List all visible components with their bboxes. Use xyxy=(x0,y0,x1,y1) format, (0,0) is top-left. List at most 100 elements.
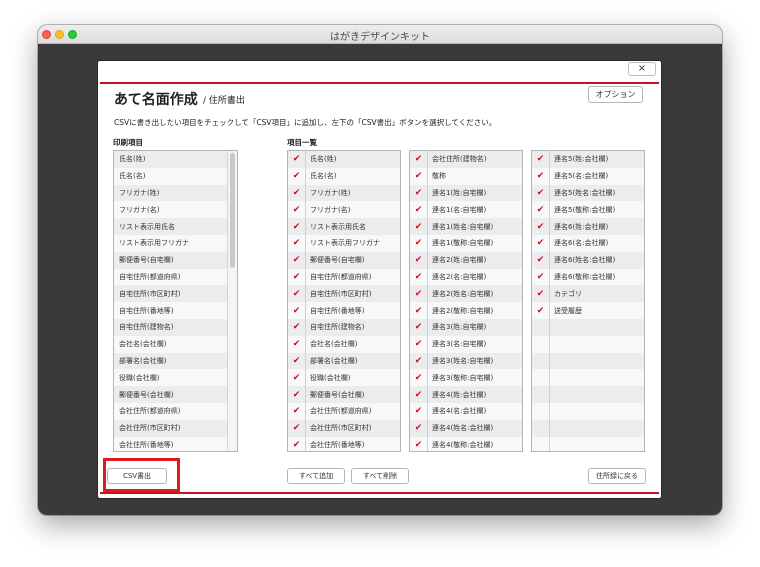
print-item-row[interactable]: 自宅住所(建物名) xyxy=(114,318,228,336)
item-row[interactable]: ✔ 連名3(名:自宅欄) xyxy=(410,335,522,353)
item-row[interactable]: ✔ 役職(会社欄) xyxy=(288,369,400,387)
checkmark-icon[interactable]: ✔ xyxy=(288,419,306,437)
checkmark-icon[interactable]: ✔ xyxy=(288,167,306,185)
print-item-row[interactable]: 部署名(会社欄) xyxy=(114,352,228,370)
checkmark-icon[interactable]: ✔ xyxy=(410,386,428,403)
item-row[interactable]: ✔ 氏名(姓) xyxy=(288,151,400,168)
item-row[interactable]: ✔ 連名4(姓:会社欄) xyxy=(410,386,522,403)
item-row[interactable]: ✔ 自宅住所(建物名) xyxy=(288,318,400,336)
item-row[interactable]: ✔ 会社住所(建物名) xyxy=(410,151,522,168)
item-row[interactable]: ✔ 連名6(姓名:会社欄) xyxy=(532,251,644,269)
checkmark-icon[interactable]: ✔ xyxy=(532,201,550,219)
checkmark-icon[interactable]: ✔ xyxy=(288,285,306,303)
item-row[interactable]: ✔ 連名3(姓:自宅欄) xyxy=(410,318,522,336)
checkmark-icon[interactable]: ✔ xyxy=(410,218,428,235)
item-row[interactable]: ✔ 連名6(名:会社欄) xyxy=(532,234,644,252)
item-row[interactable]: ✔ 連名2(姓:自宅欄) xyxy=(410,251,522,269)
item-row[interactable]: ✔ リスト表示用フリガナ xyxy=(288,234,400,252)
item-row[interactable]: ✔ フリガナ(姓) xyxy=(288,184,400,202)
checkmark-icon[interactable]: ✔ xyxy=(288,386,306,403)
item-row[interactable]: ✔ 敬称 xyxy=(410,167,522,185)
item-row[interactable]: ✔ フリガナ(名) xyxy=(288,201,400,219)
item-row[interactable]: ✔ 会社住所(都道府県) xyxy=(288,402,400,420)
checkmark-icon[interactable]: ✔ xyxy=(288,352,306,370)
print-item-row[interactable]: 自宅住所(市区町村) xyxy=(114,285,228,303)
item-row[interactable]: ✔ カテゴリ xyxy=(532,285,644,303)
checkmark-icon[interactable]: ✔ xyxy=(410,234,428,252)
delete-all-button[interactable]: すべて削除 xyxy=(351,468,409,484)
checkmark-icon[interactable]: ✔ xyxy=(288,218,306,235)
item-row[interactable]: ✔ 連名5(姓名:会社欄) xyxy=(532,184,644,202)
item-row[interactable]: ✔ 連名1(敬称:自宅欄) xyxy=(410,234,522,252)
checkmark-icon[interactable]: ✔ xyxy=(410,285,428,303)
back-to-address-book-button[interactable]: 住所録に戻る xyxy=(588,468,646,484)
print-item-row[interactable]: フリガナ(名) xyxy=(114,201,228,219)
checkmark-icon[interactable]: ✔ xyxy=(288,318,306,336)
checkmark-icon[interactable]: ✔ xyxy=(532,251,550,269)
print-item-row[interactable]: リスト表示用氏名 xyxy=(114,218,228,235)
item-row[interactable]: ✔ 送受履歴 xyxy=(532,302,644,319)
item-row[interactable]: ✔ 連名4(敬称:会社欄) xyxy=(410,436,522,451)
item-row[interactable]: ✔ リスト表示用氏名 xyxy=(288,218,400,235)
print-item-row[interactable]: 郵便番号(会社欄) xyxy=(114,386,228,403)
item-row[interactable]: ✔ 自宅住所(市区町村) xyxy=(288,285,400,303)
checkmark-icon[interactable]: ✔ xyxy=(410,184,428,202)
checkmark-icon[interactable]: ✔ xyxy=(410,268,428,286)
print-item-row[interactable]: 会社住所(市区町村) xyxy=(114,419,228,437)
item-row[interactable]: ✔ 連名5(敬称:会社欄) xyxy=(532,201,644,219)
checkmark-icon[interactable]: ✔ xyxy=(288,201,306,219)
item-row[interactable]: ✔ 郵便番号(自宅欄) xyxy=(288,251,400,269)
item-row[interactable]: ✔ 部署名(会社欄) xyxy=(288,352,400,370)
dialog-close-button[interactable]: × xyxy=(628,62,656,76)
checkmark-icon[interactable]: ✔ xyxy=(410,167,428,185)
item-row[interactable]: ✔ 連名3(姓名:自宅欄) xyxy=(410,352,522,370)
item-row[interactable]: ✔ 連名4(姓名:会社欄) xyxy=(410,419,522,437)
print-item-row[interactable]: 郵便番号(自宅欄) xyxy=(114,251,228,269)
checkmark-icon[interactable]: ✔ xyxy=(410,251,428,269)
checkmark-icon[interactable]: ✔ xyxy=(288,402,306,420)
item-row[interactable]: ✔ 連名5(姓:会社欄) xyxy=(532,151,644,168)
checkmark-icon[interactable]: ✔ xyxy=(288,251,306,269)
item-row[interactable]: ✔ 郵便番号(会社欄) xyxy=(288,386,400,403)
item-row[interactable]: ✔ 連名6(敬称:会社欄) xyxy=(532,268,644,286)
checkmark-icon[interactable]: ✔ xyxy=(410,201,428,219)
checkmark-icon[interactable]: ✔ xyxy=(410,352,428,370)
print-items-list[interactable]: 氏名(姓) 氏名(名) フリガナ(姓) フリガナ(名) リスト表示用氏名 リスト表示用フリ… xyxy=(113,150,238,452)
checkmark-icon[interactable]: ✔ xyxy=(410,436,428,451)
item-row[interactable]: ✔ 連名2(敬称:自宅欄) xyxy=(410,302,522,319)
item-list-column-1[interactable]: ✔ 氏名(姓) ✔ 氏名(名) ✔ フリガナ(姓) ✔ フリガナ(名) ✔ リスト表示用氏名 ✔ リス… xyxy=(287,150,401,452)
item-row[interactable]: ✔ 自宅住所(都道府県) xyxy=(288,268,400,286)
item-row[interactable]: ✔ 連名3(敬称:自宅欄) xyxy=(410,369,522,387)
print-item-row[interactable]: 役職(会社欄) xyxy=(114,369,228,387)
item-row[interactable]: ✔ 連名2(姓名:自宅欄) xyxy=(410,285,522,303)
checkmark-icon[interactable]: ✔ xyxy=(288,335,306,353)
print-item-row[interactable]: 会社住所(都道府県) xyxy=(114,402,228,420)
checkmark-icon[interactable]: ✔ xyxy=(532,268,550,286)
checkmark-icon[interactable]: ✔ xyxy=(410,335,428,353)
add-all-button[interactable]: すべて追加 xyxy=(287,468,345,484)
checkmark-icon[interactable]: ✔ xyxy=(532,184,550,202)
item-row[interactable]: ✔ 連名1(名:自宅欄) xyxy=(410,201,522,219)
item-list-column-3[interactable]: ✔ 連名5(姓:会社欄) ✔ 連名5(名:会社欄) ✔ 連名5(姓名:会社欄) ✔ 連名5(敬… xyxy=(531,150,645,452)
checkmark-icon[interactable]: ✔ xyxy=(532,167,550,185)
checkmark-icon[interactable]: ✔ xyxy=(288,151,306,168)
print-item-row[interactable]: フリガナ(姓) xyxy=(114,184,228,202)
item-row[interactable]: ✔ 連名1(姓:自宅欄) xyxy=(410,184,522,202)
checkmark-icon[interactable]: ✔ xyxy=(532,234,550,252)
checkmark-icon[interactable]: ✔ xyxy=(410,402,428,420)
checkmark-icon[interactable]: ✔ xyxy=(288,184,306,202)
checkmark-icon[interactable]: ✔ xyxy=(410,369,428,387)
print-item-row[interactable]: 氏名(名) xyxy=(114,167,228,185)
checkmark-icon[interactable]: ✔ xyxy=(410,151,428,168)
checkmark-icon[interactable]: ✔ xyxy=(410,302,428,319)
item-row[interactable]: ✔ 連名2(名:自宅欄) xyxy=(410,268,522,286)
checkmark-icon[interactable]: ✔ xyxy=(288,369,306,387)
checkmark-icon[interactable]: ✔ xyxy=(288,436,306,451)
item-row[interactable]: ✔ 連名6(姓:会社欄) xyxy=(532,218,644,235)
item-row[interactable]: ✔ 連名5(名:会社欄) xyxy=(532,167,644,185)
item-row[interactable]: ✔ 会社住所(市区町村) xyxy=(288,419,400,437)
print-item-row[interactable]: 会社住所(番地等) xyxy=(114,436,228,451)
item-row[interactable]: ✔ 連名1(姓名:自宅欄) xyxy=(410,218,522,235)
checkmark-icon[interactable]: ✔ xyxy=(410,318,428,336)
item-row[interactable]: ✔ 自宅住所(番地等) xyxy=(288,302,400,319)
